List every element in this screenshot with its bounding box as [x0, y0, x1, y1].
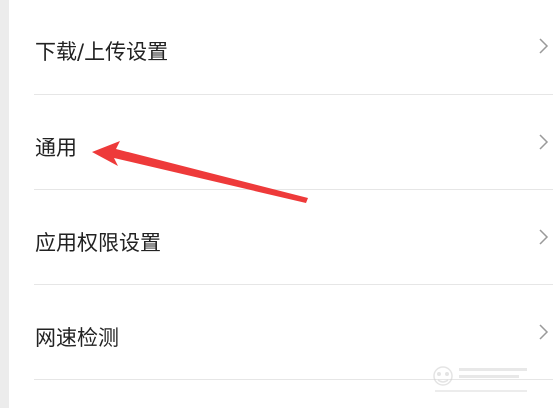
chevron-right-icon — [539, 324, 549, 340]
settings-row-download-upload[interactable]: 下载/上传设置 — [9, 0, 553, 94]
chevron-right-icon — [539, 38, 549, 54]
chevron-right-icon — [539, 229, 549, 245]
settings-row-app-permissions[interactable]: 应用权限设置 — [9, 190, 553, 284]
left-edge-strip — [0, 0, 9, 408]
settings-row-general[interactable]: 通用 — [9, 95, 553, 189]
settings-row-label: 应用权限设置 — [35, 231, 161, 255]
settings-list: 下载/上传设置 通用 应用权限设置 网速检测 — [9, 0, 553, 408]
chevron-right-icon — [539, 134, 549, 150]
watermark-logo — [433, 366, 527, 392]
settings-row-label: 网速检测 — [35, 326, 119, 350]
settings-row-label: 通用 — [35, 136, 77, 160]
settings-row-label: 下载/上传设置 — [35, 40, 169, 64]
